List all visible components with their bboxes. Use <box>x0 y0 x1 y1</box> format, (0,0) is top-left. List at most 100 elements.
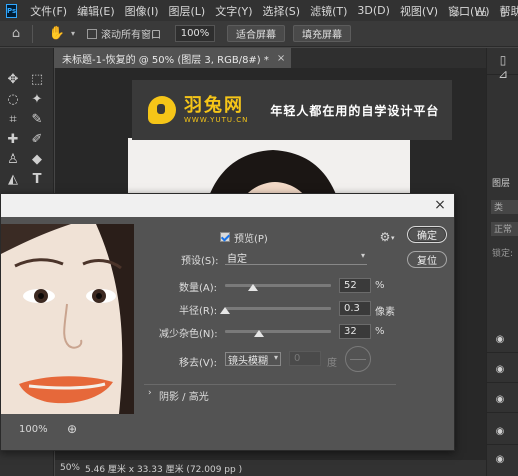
remove-value: 镜头模糊 <box>228 355 268 367</box>
preview-label[interactable]: 预览(P) <box>234 230 268 245</box>
healing-brush-tool-icon[interactable]: ✚ <box>4 130 22 148</box>
close-tab-icon[interactable]: × <box>277 53 285 64</box>
brush-tool-icon[interactable]: ✐ <box>28 130 46 148</box>
workspace-icon[interactable]: ▭ <box>472 4 490 22</box>
yutu-logo-icon <box>148 96 176 124</box>
angle-dial[interactable] <box>345 346 371 372</box>
preset-value: 自定 <box>227 254 247 265</box>
divider <box>487 382 518 383</box>
angle-unit: 度 <box>327 358 337 369</box>
shadows-highlights-section[interactable]: 阴影 / 高光 <box>159 388 209 403</box>
noise-slider-thumb[interactable] <box>253 330 264 337</box>
preset-select[interactable]: 自定 ▾ <box>225 251 367 265</box>
menu-select[interactable]: 选择(S) <box>258 3 306 19</box>
clone-stamp-tool-icon[interactable]: ♙ <box>4 150 22 168</box>
zoom-field[interactable]: 100% <box>175 25 215 42</box>
menu-3d[interactable]: 3D(D) <box>352 4 395 17</box>
gradient-tool-icon[interactable]: ◭ <box>4 170 22 188</box>
chevron-down-icon: ▾ <box>273 353 278 362</box>
preview-checkbox[interactable] <box>220 232 230 242</box>
divider <box>487 412 518 413</box>
status-zoom[interactable]: 50% <box>55 463 85 473</box>
chevron-down-icon[interactable]: ▾ <box>65 26 81 42</box>
document-tab[interactable]: 未标题-1-恢复的 @ 50% (图层 3, RGB/8#) * × <box>54 48 292 68</box>
fill-screen-button[interactable]: 填充屏幕 <box>293 25 351 42</box>
amount-label: 数量(A): <box>179 283 218 294</box>
document-info[interactable]: 5.46 厘米 x 33.33 厘米 (72.009 pp ) <box>85 462 242 475</box>
lasso-tool-icon[interactable]: ◌ <box>4 90 22 108</box>
gear-icon[interactable]: ⚙ <box>378 230 392 244</box>
menu-layer[interactable]: 图层(L) <box>163 3 210 19</box>
menu-file[interactable]: 文件(F) <box>25 3 72 19</box>
chevron-down-icon[interactable]: ▾ <box>391 234 395 242</box>
layers-tab[interactable]: 图层 <box>492 176 510 189</box>
ok-button[interactable]: 确定 <box>407 226 447 243</box>
menu-view[interactable]: 视图(V) <box>395 3 443 19</box>
remove-select[interactable]: 镜头模糊 ▾ <box>225 352 281 367</box>
layer-visibility-icon[interactable]: ◉ <box>494 364 506 375</box>
search-icon[interactable]: ⌕ <box>448 4 466 22</box>
scroll-all-checkbox[interactable] <box>87 28 97 39</box>
move-tool-icon[interactable]: ✥ <box>4 70 22 88</box>
smart-sharpen-dialog: × 100% ⊕ 预览(P) ⚙ ▾ 确定 复位 预设(S): 自定 ▾ 数量(… <box>0 193 455 451</box>
magic-wand-tool-icon[interactable]: ✦ <box>28 90 46 108</box>
close-icon[interactable]: × <box>432 197 448 213</box>
layer-visibility-icon[interactable]: ◉ <box>494 454 506 465</box>
right-panel: ▯ ⊿ 图层 类 正常 锁定: ◉ ◉ ◉ ◉ ◉ <box>486 48 518 476</box>
layer-visibility-icon[interactable]: ◉ <box>494 426 506 437</box>
blend-mode-select[interactable]: 正常 <box>491 222 518 236</box>
options-bar: ⌂ ✋ ▾ 滚动所有窗口 100% 适合屏幕 填充屏幕 <box>0 21 518 47</box>
menu-type[interactable]: 文字(Y) <box>210 3 257 19</box>
radius-label: 半径(R): <box>179 306 218 317</box>
radius-slider-track[interactable] <box>225 307 331 310</box>
zoom-in-icon[interactable]: ⊕ <box>65 422 79 436</box>
menu-filter[interactable]: 滤镜(T) <box>305 3 352 19</box>
preset-label: 预设(S): <box>181 256 219 267</box>
divider <box>32 24 33 43</box>
document-tab-title: 未标题-1-恢复的 @ 50% (图层 3, RGB/8#) * <box>62 54 269 66</box>
document-tab-bar: 未标题-1-恢复的 @ 50% (图层 3, RGB/8#) * × <box>54 48 486 68</box>
eyedropper-tool-icon[interactable]: ✎ <box>28 110 46 128</box>
divider <box>487 352 518 353</box>
crop-tool-icon[interactable]: ⌗ <box>4 110 22 128</box>
share-icon[interactable]: ⇪ <box>494 4 512 22</box>
dialog-titlebar[interactable]: × <box>1 194 454 217</box>
amount-input[interactable]: 52 <box>339 278 371 293</box>
layer-visibility-icon[interactable]: ◉ <box>494 394 506 405</box>
text-tool-icon[interactable]: T <box>28 170 46 188</box>
amount-unit: % <box>375 280 385 291</box>
menu-edit[interactable]: 编辑(E) <box>72 3 120 19</box>
layer-visibility-icon[interactable]: ◉ <box>494 334 506 345</box>
divider <box>144 384 396 385</box>
scroll-all-label: 滚动所有窗口 <box>101 30 161 41</box>
menu-image[interactable]: 图像(I) <box>120 3 164 19</box>
brand-name: 羽兔网 <box>184 95 244 116</box>
remove-label: 移去(V): <box>179 358 218 369</box>
radius-input[interactable]: 0.3 <box>339 301 371 316</box>
hand-tool-icon[interactable]: ✋ <box>49 26 65 42</box>
filter-preview[interactable] <box>1 224 134 414</box>
layer-filter-field[interactable]: 类 <box>491 200 518 214</box>
noise-unit: % <box>375 326 385 337</box>
angle-input[interactable]: 0 <box>289 351 321 366</box>
amount-slider-track[interactable] <box>225 284 331 287</box>
menu-bar: Ps 文件(F) 编辑(E) 图像(I) 图层(L) 文字(Y) 选择(S) 滤… <box>0 0 518 21</box>
banner-slogan: 年轻人都在用的自学设计平台 <box>270 103 440 118</box>
properties-panel-icon[interactable]: ⊿ <box>495 66 511 82</box>
brand-block: 羽兔网 WWW.YUTU.CN <box>184 95 248 125</box>
chevron-right-icon[interactable]: › <box>148 388 152 398</box>
radius-unit: 像素 <box>375 307 395 318</box>
reset-button[interactable]: 复位 <box>407 251 447 268</box>
home-icon[interactable]: ⌂ <box>8 26 24 42</box>
chevron-down-icon: ▾ <box>360 251 365 260</box>
noise-input[interactable]: 32 <box>339 324 371 339</box>
radius-slider-thumb[interactable] <box>220 307 230 314</box>
eraser-tool-icon[interactable]: ◆ <box>28 150 46 168</box>
face-preview-image <box>1 224 134 414</box>
reduce-noise-label: 减少杂色(N): <box>159 329 218 340</box>
divider <box>487 444 518 445</box>
fit-screen-button[interactable]: 适合屏幕 <box>227 25 285 42</box>
marquee-tool-icon[interactable]: ⬚ <box>28 70 46 88</box>
amount-slider-thumb[interactable] <box>247 284 258 291</box>
noise-slider-track[interactable] <box>225 330 331 333</box>
